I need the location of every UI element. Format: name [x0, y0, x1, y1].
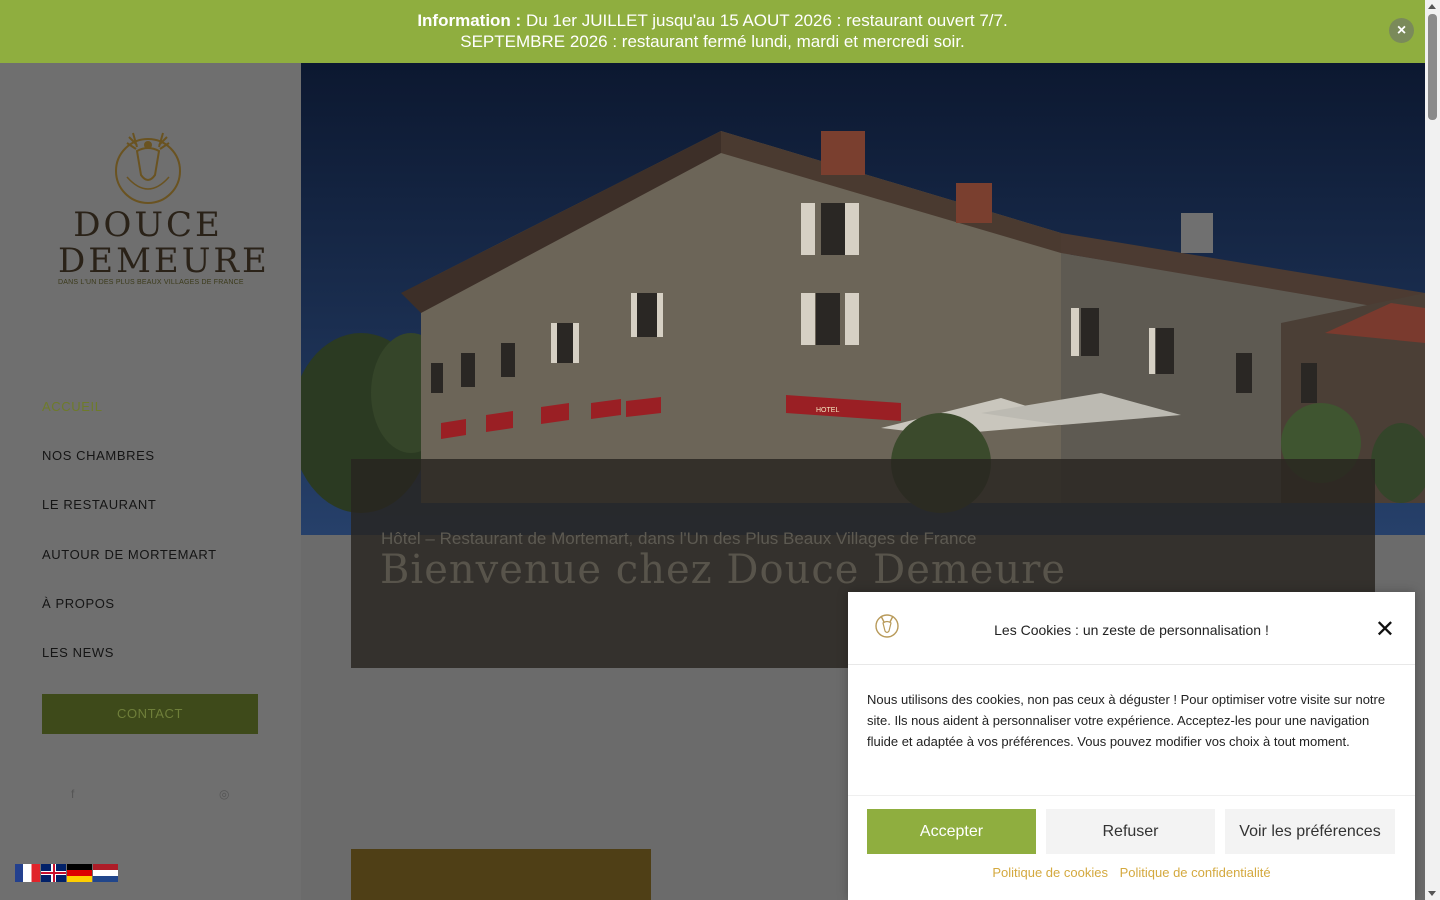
cookie-divider — [848, 795, 1415, 796]
nav-item-le-restaurant[interactable]: LE RESTAURANT — [42, 498, 217, 547]
info-label: Information : — [417, 11, 522, 30]
close-cookie-icon[interactable]: ✕ — [1375, 618, 1395, 642]
main-navigation: ACCUEIL NOS CHAMBRES LE RESTAURANT AUTOU… — [42, 399, 217, 695]
flag-de-icon[interactable] — [67, 864, 92, 882]
cookie-policy-links: Politique de cookies Politique de confid… — [848, 865, 1415, 880]
cookie-message: Nous utilisons des cookies, non pas ceux… — [867, 692, 1386, 749]
page-scrollbar[interactable] — [1425, 0, 1440, 900]
cookie-header: Les Cookies : un zeste de personnalisati… — [848, 592, 1415, 665]
info-text-1: Du 1er JUILLET jusqu'au 15 AOUT 2026 : r… — [521, 11, 1008, 30]
scroll-up-icon[interactable] — [1428, 4, 1436, 9]
hero-title: Bienvenue chez Douce Demeure — [380, 547, 1067, 593]
site-logo[interactable]: DOUCE DEMEURE DANS L'UN DES PLUS BEAUX V… — [58, 123, 270, 286]
privacy-policy-link[interactable]: Politique de confidentialité — [1120, 865, 1271, 880]
close-banner-icon[interactable]: × — [1389, 18, 1414, 43]
accept-cookies-button[interactable]: Accepter — [867, 809, 1036, 854]
information-banner: Information : Du 1er JUILLET jusqu'au 15… — [0, 0, 1425, 63]
cookie-title: Les Cookies : un zeste de personnalisati… — [994, 622, 1269, 638]
language-switcher — [15, 864, 118, 882]
cookie-buttons: Accepter Refuser Voir les préférences — [867, 809, 1395, 854]
nav-item-a-propos[interactable]: À PROPOS — [42, 596, 217, 646]
cookie-policy-link[interactable]: Politique de cookies — [992, 865, 1108, 880]
flag-en-icon[interactable] — [41, 864, 66, 882]
nav-item-nos-chambres[interactable]: NOS CHAMBRES — [42, 449, 217, 498]
info-line-2: SEPTEMBRE 2026 : restaurant fermé lundi,… — [460, 32, 965, 51]
flag-nl-icon[interactable] — [93, 864, 118, 882]
view-preferences-button[interactable]: Voir les préférences — [1225, 809, 1395, 854]
flag-fr-icon[interactable] — [15, 864, 40, 882]
cookie-consent-dialog: Les Cookies : un zeste de personnalisati… — [848, 592, 1415, 900]
deer-emblem-icon — [115, 132, 181, 204]
refuse-cookies-button[interactable]: Refuser — [1046, 809, 1215, 854]
logo-tagline: DANS L'UN DES PLUS BEAUX VILLAGES DE FRA… — [58, 279, 244, 286]
contact-button[interactable]: CONTACT — [42, 694, 258, 734]
logo-name-line-2: DEMEURE — [58, 241, 270, 281]
sidebar: DOUCE DEMEURE DANS L'UN DES PLUS BEAUX V… — [0, 63, 301, 900]
facebook-icon[interactable]: f — [71, 787, 74, 801]
nav-item-les-news[interactable]: LES NEWS — [42, 645, 217, 695]
nav-item-accueil[interactable]: ACCUEIL — [42, 399, 217, 449]
awning-sign: HOTEL — [816, 407, 839, 414]
hero-subtitle: Hôtel – Restaurant de Mortemart, dans l'… — [381, 529, 977, 548]
scroll-down-icon[interactable] — [1428, 891, 1436, 896]
instagram-icon[interactable]: ◎ — [219, 787, 229, 801]
scrollbar-thumb[interactable] — [1428, 14, 1437, 120]
logo-name-line-1: DOUCE — [73, 205, 223, 245]
nav-item-autour-de-mortemart[interactable]: AUTOUR DE MORTEMART — [42, 547, 217, 597]
section-block — [351, 849, 651, 900]
info-line-1: Information : Du 1er JUILLET jusqu'au 15… — [0, 10, 1425, 31]
